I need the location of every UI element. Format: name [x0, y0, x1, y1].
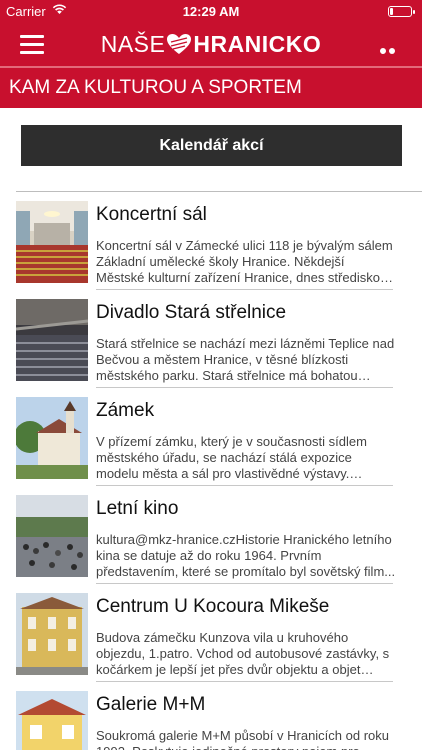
list-item-centrum-u-kocoura-mikese[interactable]: Centrum U Kocoura Mikeše Budova zámečku … [0, 584, 422, 682]
item-description: Budova zámečku Kunzova vila u kruhového … [96, 630, 390, 677]
heart-logo-icon [167, 34, 192, 54]
item-description: Stará střelnice se nachází mezi lázněmi … [96, 336, 395, 383]
logo-text-light: NAŠE [100, 31, 166, 57]
item-description: Koncertní sál v Zámecké ulici 118 je býv… [96, 238, 393, 285]
list-item-galerie-m-m[interactable]: Galerie M+M Soukromá galerie M+M působí … [0, 682, 422, 750]
battery-icon [388, 6, 415, 17]
thumbnail-image [16, 201, 88, 283]
item-title: Letní kino [96, 498, 179, 519]
nav-bar: NAŠE HRANICKO [0, 22, 422, 72]
item-title: Koncertní sál [96, 204, 207, 225]
list-item-zamek[interactable]: Zámek V přízemí zámku, který je v součas… [0, 388, 422, 486]
list-item-koncertni-sal[interactable]: Koncertní sál Koncertní sál v Zámecké ul… [0, 192, 422, 290]
thumbnail-image [16, 593, 88, 675]
status-bar: Carrier 12:29 AM [0, 0, 422, 22]
more-button[interactable] [380, 41, 406, 72]
more-dots-icon [380, 48, 386, 54]
section-header: KAM ZA KULTUROU A SPORTEM [0, 66, 422, 108]
list-item-letni-kino[interactable]: Letní kino kultura@mkz-hranice.czHistori… [0, 486, 422, 584]
thumbnail-image [16, 495, 88, 577]
list-item-divadlo-stara-strelnice[interactable]: Divadlo Stará střelnice Stará střelnice … [0, 290, 422, 388]
item-title: Divadlo Stará střelnice [96, 302, 287, 323]
logo-text-bold: HRANICKO [193, 31, 322, 57]
thumbnail-image [16, 299, 88, 381]
calendar-button[interactable]: Kalendář akcí [21, 125, 402, 166]
clock: 12:29 AM [182, 4, 240, 19]
thumbnail-image [16, 691, 88, 750]
item-title: Galerie M+M [96, 694, 206, 715]
page-title: KAM ZA KULTUROU A SPORTEM [9, 77, 302, 98]
item-title: Centrum U Kocoura Mikeše [96, 596, 330, 617]
item-title: Zámek [96, 400, 155, 421]
item-description: V přízemí zámku, který je v současnosti … [96, 434, 367, 481]
thumbnail-image [16, 397, 88, 479]
item-description: kultura@mkz-hranice.czHistorie Hranickéh… [96, 532, 396, 579]
app-logo: NAŠE HRANICKO [0, 31, 422, 58]
item-description: Soukromá galerie M+M působí v Hranicích … [96, 728, 389, 750]
